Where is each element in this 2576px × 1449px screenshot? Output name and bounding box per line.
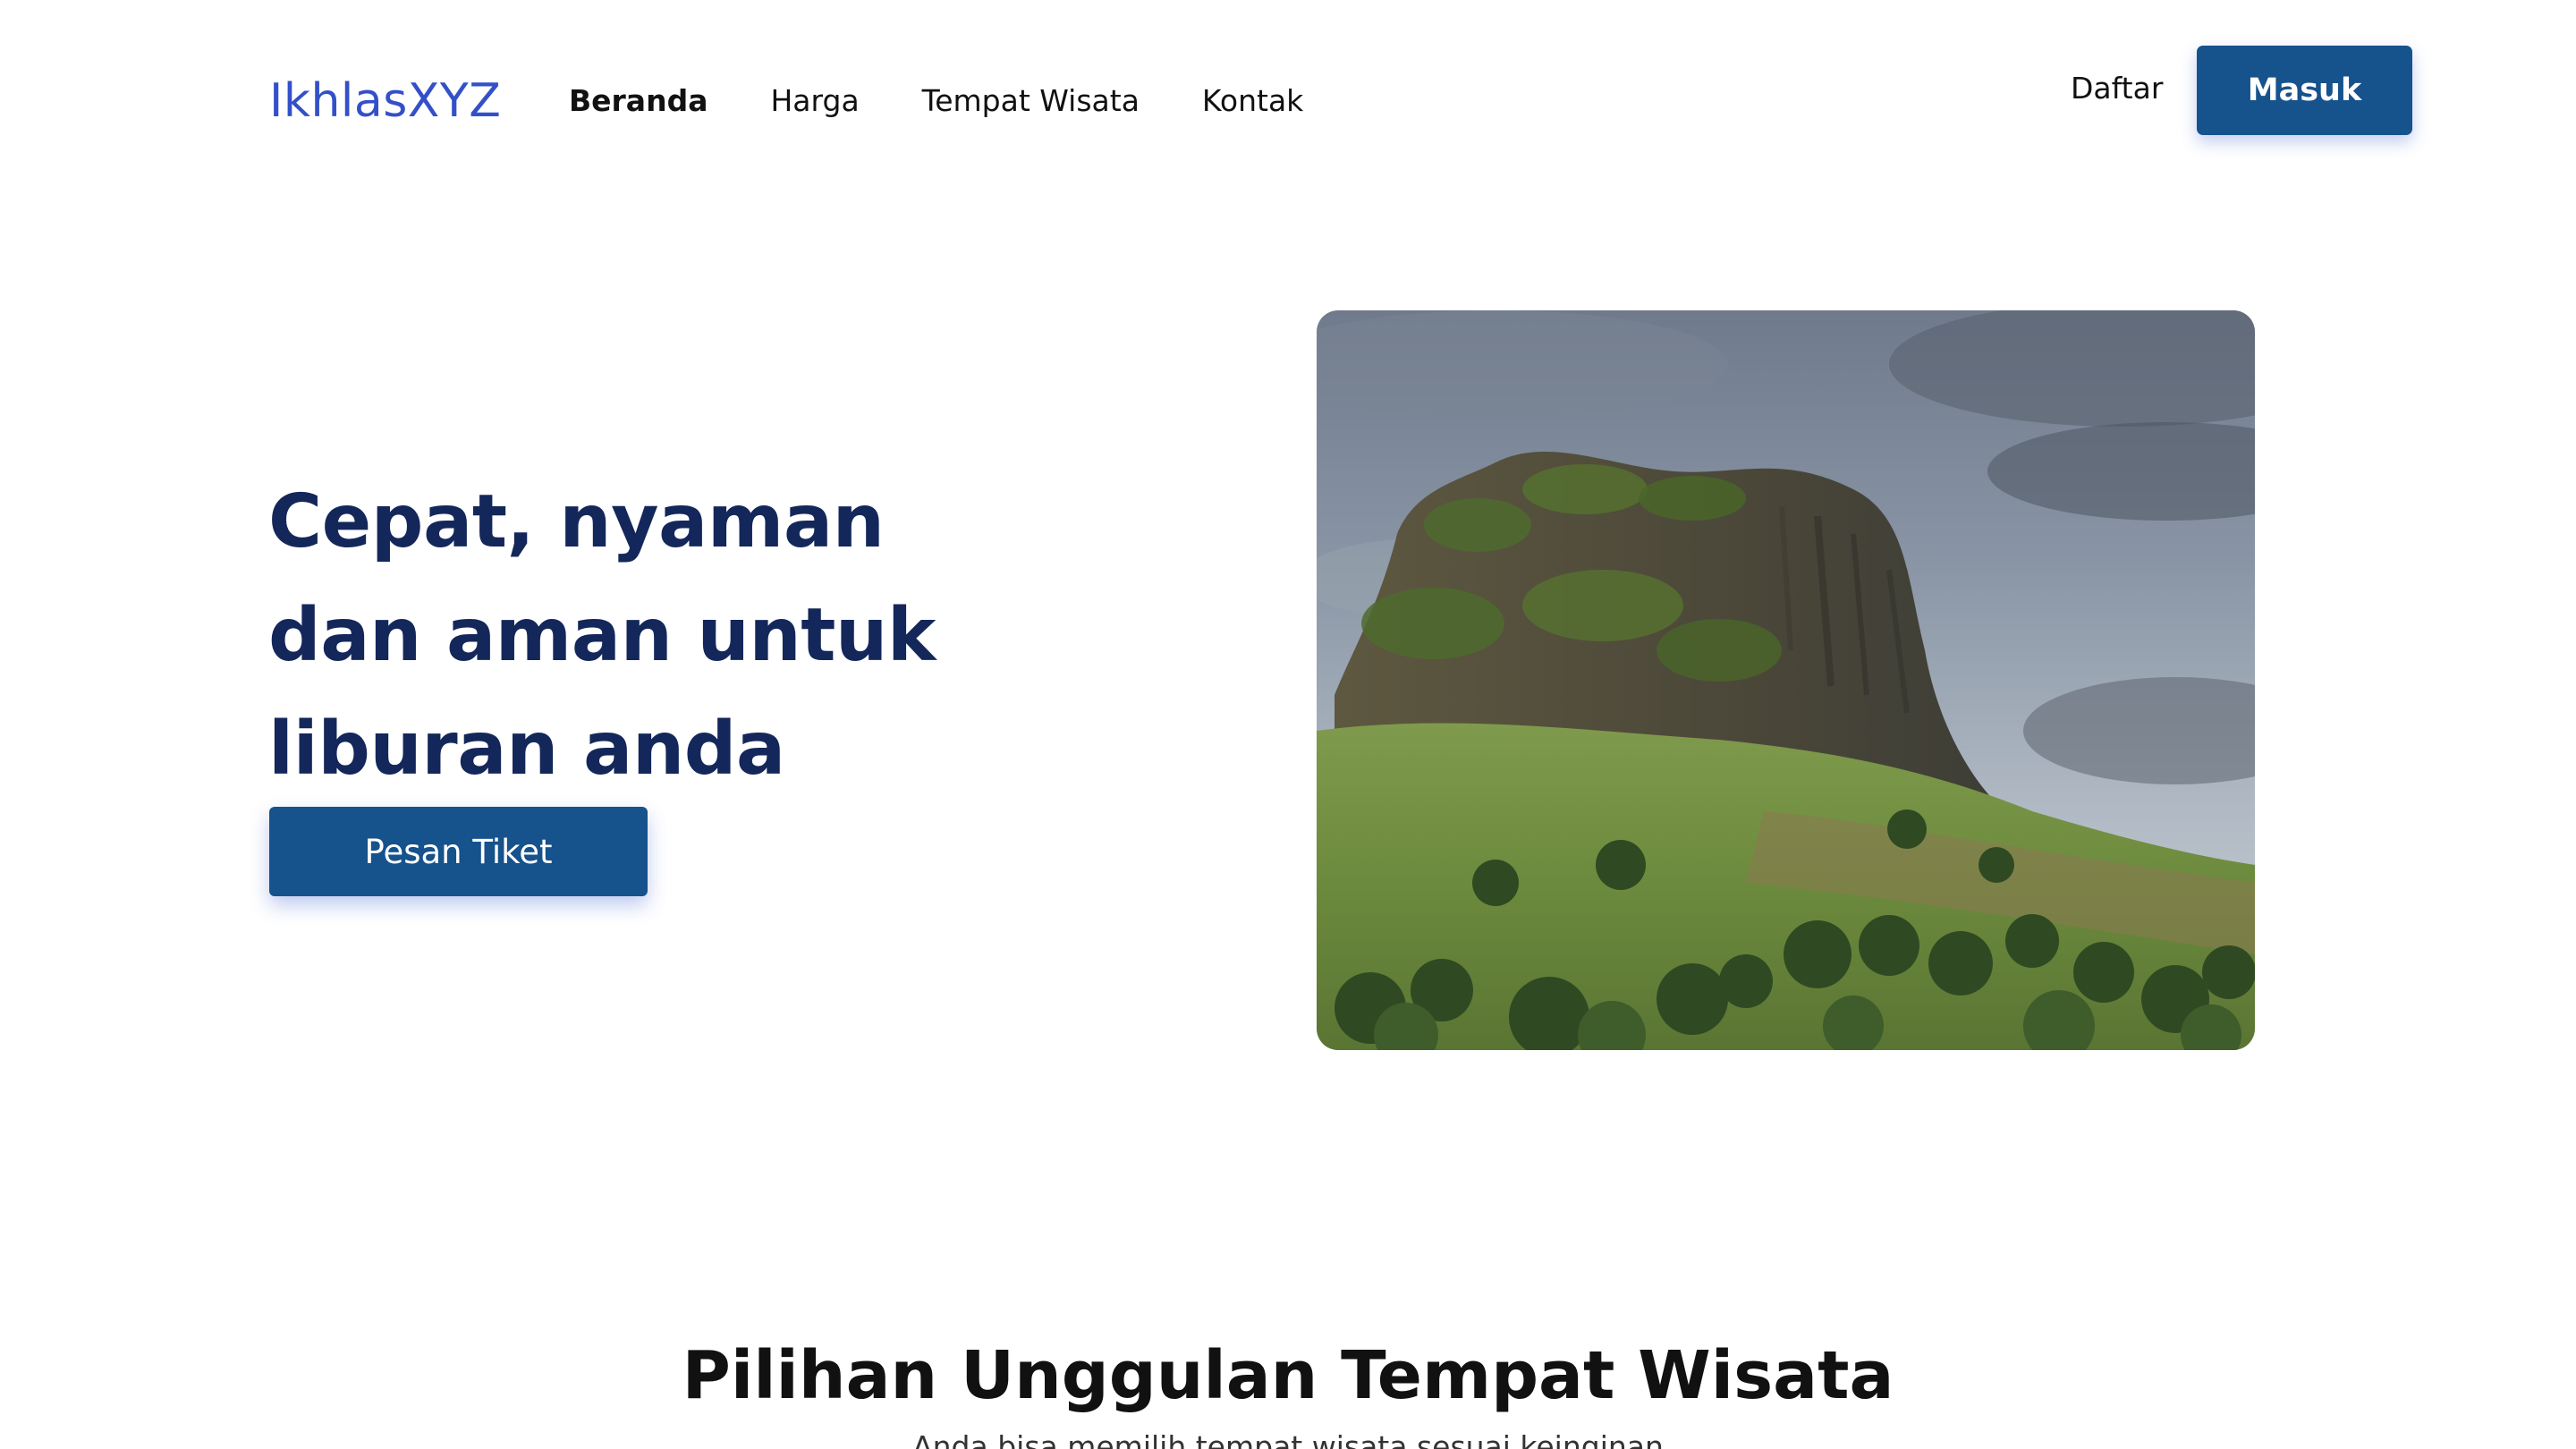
login-button[interactable]: Masuk	[2197, 46, 2412, 135]
register-link[interactable]: Daftar	[2071, 71, 2163, 106]
landing-page: IkhlasXYZ Beranda Harga Tempat Wisata Ko…	[0, 0, 2576, 1449]
hero-title-line: dan aman untuk	[268, 593, 936, 678]
hero-title-line: Cepat, nyaman	[268, 479, 885, 564]
nav-link-harga[interactable]: Harga	[770, 83, 859, 118]
nav-link-kontak[interactable]: Kontak	[1202, 83, 1303, 118]
nav-link-tempat-wisata[interactable]: Tempat Wisata	[922, 83, 1140, 118]
hero-landscape-image	[1317, 310, 2255, 1050]
featured-section-title: Pilihan Unggulan Tempat Wisata	[682, 1337, 1894, 1414]
book-ticket-button[interactable]: Pesan Tiket	[269, 807, 648, 896]
hero-title-line: liburan anda	[268, 707, 785, 792]
main-nav: Beranda Harga Tempat Wisata Kontak	[569, 80, 1366, 120]
nav-link-beranda[interactable]: Beranda	[569, 83, 708, 118]
featured-section-subtitle: Anda bisa memilih tempat wisata sesuai k…	[912, 1429, 1664, 1449]
brand-logo[interactable]: IkhlasXYZ	[269, 70, 501, 132]
hero-title: Cepat, nyaman dan aman untuk liburan and…	[268, 465, 1073, 806]
